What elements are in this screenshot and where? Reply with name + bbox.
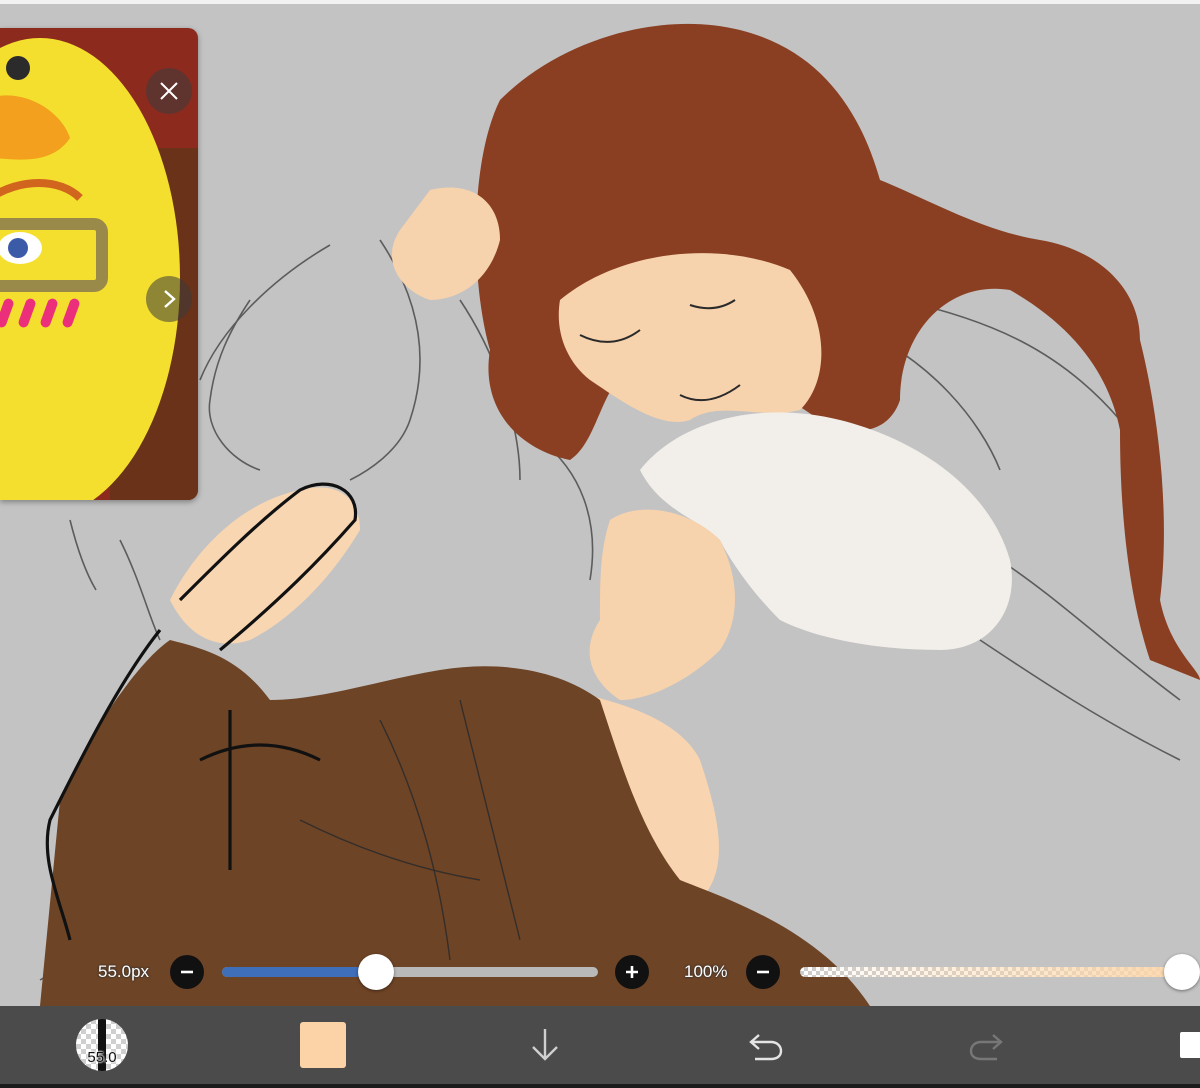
brush-size-badge: 55.0 xyxy=(87,1049,117,1066)
brush-size-decrease-button[interactable] xyxy=(170,955,204,989)
bottom-toolbar: 55.0 xyxy=(0,1006,1200,1088)
reference-image-panel[interactable] xyxy=(0,28,198,500)
next-reference-button[interactable] xyxy=(146,276,192,322)
current-color-swatch xyxy=(300,1022,346,1068)
chevron-right-icon xyxy=(164,290,176,308)
opacity-decrease-button[interactable] xyxy=(746,955,780,989)
plus-icon xyxy=(626,966,638,978)
minus-icon xyxy=(181,970,193,974)
brush-size-slider[interactable] xyxy=(222,967,598,977)
brush-size-increase-button[interactable] xyxy=(615,955,649,989)
brush-size-slider-thumb[interactable] xyxy=(358,954,395,990)
arrow-down-icon xyxy=(532,1029,558,1061)
color-picker-button[interactable] xyxy=(298,1006,348,1084)
close-icon xyxy=(160,82,178,100)
opacity-slider[interactable] xyxy=(800,967,1200,977)
minus-icon xyxy=(757,970,769,974)
opacity-slider-thumb[interactable] xyxy=(1164,954,1200,990)
menu-down-button[interactable] xyxy=(522,1006,568,1084)
brush-tool-button[interactable]: 55.0 xyxy=(70,1006,134,1084)
close-reference-button[interactable] xyxy=(146,68,192,114)
brush-size-label: 55.0px xyxy=(98,962,150,981)
opacity-label: 100% xyxy=(684,962,728,981)
undo-icon xyxy=(749,1034,783,1061)
layer-icon xyxy=(1180,1032,1200,1058)
drawing-canvas[interactable]: 55.0px 100% xyxy=(0,0,1200,1006)
undo-button[interactable] xyxy=(742,1006,788,1084)
redo-button[interactable] xyxy=(964,1006,1010,1084)
brush-preview-icon: 55.0 xyxy=(76,1019,128,1071)
redo-icon xyxy=(969,1034,1003,1061)
layer-button[interactable] xyxy=(1180,1006,1200,1084)
brush-size-slider-fill xyxy=(222,967,377,977)
